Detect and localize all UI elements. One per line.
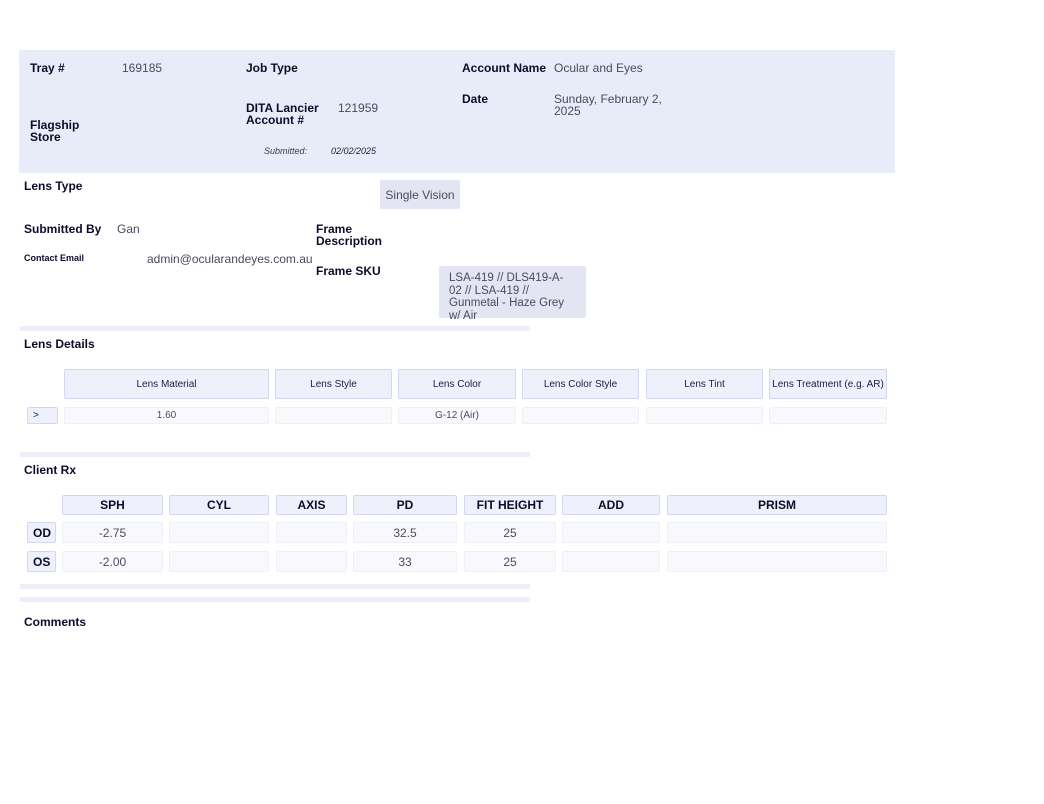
client-rx-title: Client Rx — [24, 463, 77, 477]
os-pd-cell: 33 — [353, 551, 457, 572]
submitted-by-value: Gan — [117, 222, 140, 236]
lens-material-cell: 1.60 — [64, 407, 269, 424]
col-lens-material: Lens Material — [64, 369, 269, 399]
dita-account-value: 121959 — [338, 101, 379, 115]
contact-email-label: Contact Email — [24, 253, 85, 263]
section-divider — [20, 597, 530, 602]
section-divider — [20, 584, 530, 589]
col-lens-tint: Lens Tint — [646, 369, 763, 399]
od-pd-cell: 32.5 — [353, 522, 457, 543]
od-prism-cell — [667, 522, 887, 543]
od-axis-cell — [276, 522, 347, 543]
col-add: ADD — [562, 495, 660, 515]
lens-style-cell — [275, 407, 392, 424]
frame-sku-label: Frame SKU — [316, 264, 381, 278]
od-add-cell — [562, 522, 660, 543]
date-value: Sunday, February 2, 2025 — [554, 92, 662, 118]
lens-treatment-cell — [769, 407, 887, 424]
tray-label: Tray # — [30, 61, 65, 75]
os-fit-height-cell: 25 — [464, 551, 556, 572]
os-axis-cell — [276, 551, 347, 572]
submitted-label: Submitted: — [264, 146, 308, 156]
account-name-label: Account Name — [462, 61, 547, 75]
date-label: Date — [462, 92, 489, 106]
col-axis: AXIS — [276, 495, 347, 515]
dita-account-label: DITA Lancier Account # — [246, 101, 319, 127]
frame-description-label: Frame Description — [316, 222, 383, 248]
od-fit-height-cell: 25 — [464, 522, 556, 543]
row-label-od: OD — [27, 522, 56, 543]
col-pd: PD — [353, 495, 457, 515]
col-lens-color-style: Lens Color Style — [522, 369, 639, 399]
col-lens-style: Lens Style — [275, 369, 392, 399]
col-lens-treatment: Lens Treatment (e.g. AR) — [769, 369, 887, 399]
col-cyl: CYL — [169, 495, 269, 515]
contact-email-value: admin@ocularandeyes.com.au — [147, 252, 313, 266]
col-sph: SPH — [62, 495, 163, 515]
lens-color-cell: G-12 (Air) — [398, 407, 516, 424]
flagship-store-label: Flagship Store — [30, 118, 80, 144]
lens-color-style-cell — [522, 407, 639, 424]
section-divider — [20, 452, 530, 457]
os-sph-cell: -2.00 — [62, 551, 163, 572]
row-label-os: OS — [27, 551, 56, 572]
lens-type-value: Single Vision — [380, 180, 460, 209]
expand-row-button[interactable]: > — [27, 407, 58, 424]
lens-type-label: Lens Type — [24, 179, 83, 193]
col-prism: PRISM — [667, 495, 887, 515]
os-add-cell — [562, 551, 660, 572]
submitted-by-label: Submitted By — [24, 222, 102, 236]
section-divider — [20, 326, 530, 331]
os-cyl-cell — [169, 551, 269, 572]
os-prism-cell — [667, 551, 887, 572]
account-name-value: Ocular and Eyes — [554, 61, 643, 75]
col-fit-height: FIT HEIGHT — [464, 495, 556, 515]
frame-sku-value: LSA-419 // DLS419-A-02 // LSA-419 // Gun… — [439, 266, 586, 322]
job-type-label: Job Type — [246, 61, 298, 75]
submitted-date: 02/02/2025 — [331, 146, 377, 156]
col-lens-color: Lens Color — [398, 369, 516, 399]
lens-details-title: Lens Details — [24, 337, 95, 351]
od-sph-cell: -2.75 — [62, 522, 163, 543]
lens-tint-cell — [646, 407, 763, 424]
tray-value: 169185 — [122, 61, 163, 75]
od-cyl-cell — [169, 522, 269, 543]
comments-title: Comments — [24, 615, 87, 629]
